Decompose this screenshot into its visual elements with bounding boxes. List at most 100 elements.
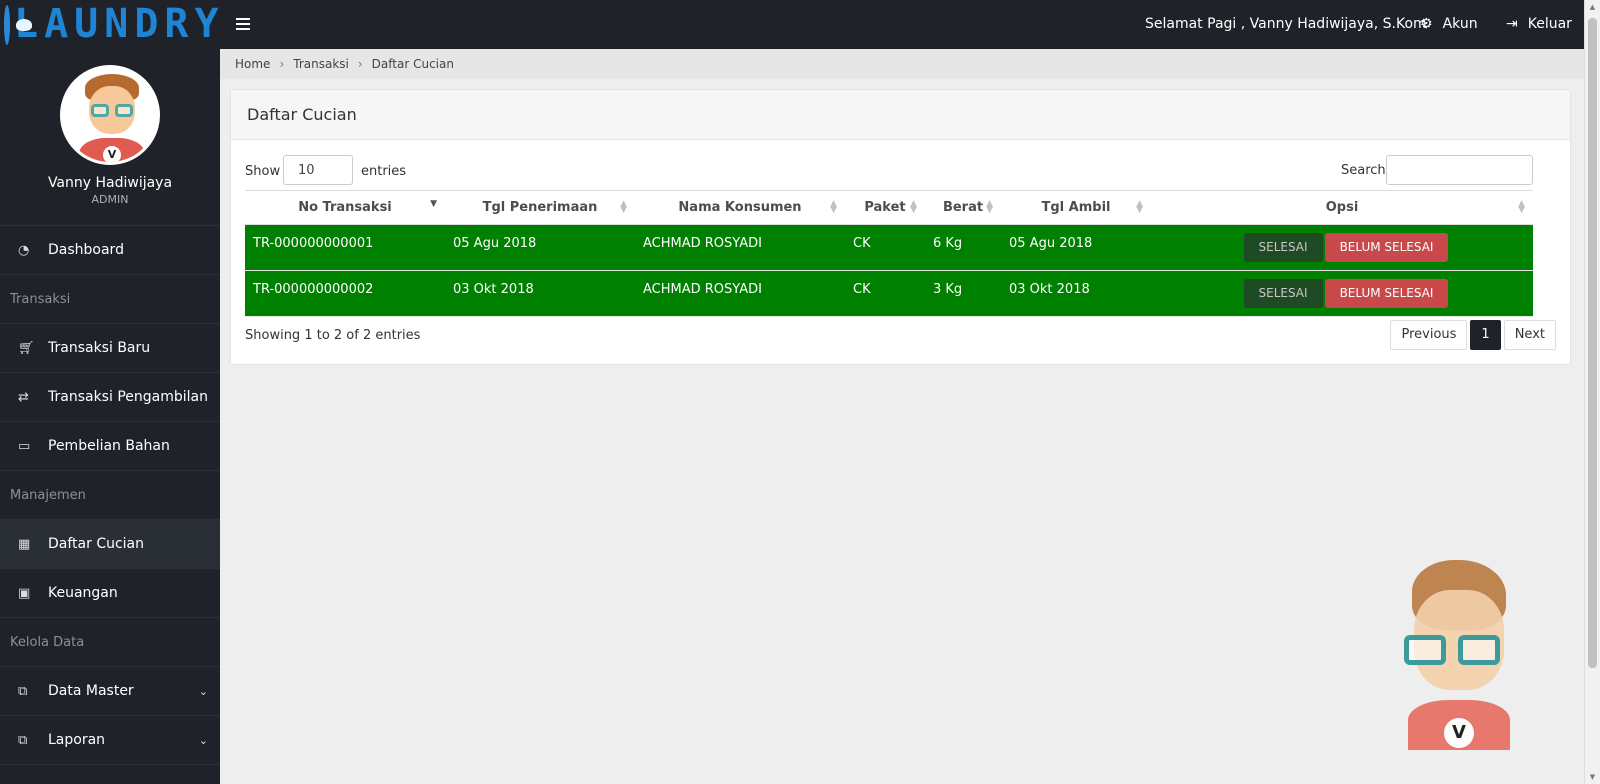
- akun-label: Akun: [1442, 16, 1478, 32]
- sidebar-item-laporan[interactable]: ⧉ Laporan ⌄: [0, 716, 220, 765]
- mascot-image: V: [1400, 560, 1520, 750]
- brand-name: LAUNDRY: [14, 1, 225, 47]
- sidebar-section-kelola-data: Kelola Data: [0, 618, 220, 667]
- cell-paket: CK: [845, 224, 925, 271]
- sidebar-item-keuangan[interactable]: ▣ Keuangan: [0, 569, 220, 618]
- sidebar-item-daftar-cucian[interactable]: ▦ Daftar Cucian: [0, 520, 220, 569]
- keluar-label: Keluar: [1527, 16, 1572, 32]
- col-opsi[interactable]: Opsi ▲ ▼: [1151, 190, 1533, 225]
- sidebar-item-label: Pembelian Bahan: [48, 438, 170, 454]
- sidebar-toggle-icon[interactable]: [236, 15, 256, 35]
- sidebar-item-pembelian-bahan[interactable]: ▭ Pembelian Bahan: [0, 422, 220, 471]
- cell-tgl-ambil: 05 Agu 2018: [1001, 224, 1151, 271]
- exchange-icon: ⇄: [18, 389, 29, 405]
- table-info: Showing 1 to 2 of 2 entries: [245, 328, 421, 343]
- previous-button[interactable]: Previous: [1390, 320, 1468, 350]
- mascot-letter: V: [1444, 718, 1474, 748]
- daftar-cucian-panel: Daftar Cucian Show entries Search: No Tr…: [230, 89, 1571, 365]
- selesai-button[interactable]: SELESAI: [1243, 233, 1323, 262]
- cell-tgl-ambil: 03 Okt 2018: [1001, 270, 1151, 317]
- brand[interactable]: LAUNDRY: [0, 0, 220, 49]
- sidebar-item-transaksi-baru[interactable]: 🛒︎ Transaksi Baru: [0, 324, 220, 373]
- gears-icon: ⚙: [1420, 16, 1433, 32]
- pagination: Previous 1 Next: [1390, 320, 1556, 350]
- breadcrumb-transaksi[interactable]: Transaksi: [293, 57, 349, 71]
- sort-icon: ▲ ▼: [830, 199, 837, 215]
- cell-no-transaksi: TR-000000000002: [245, 270, 445, 317]
- calendar-icon: ▦: [18, 536, 31, 552]
- sidebar-item-label: Transaksi Pengambilan: [48, 389, 208, 405]
- inbox-icon: ▭: [18, 438, 31, 454]
- col-nama-konsumen[interactable]: Nama Konsumen ▲ ▼: [635, 190, 845, 225]
- col-tgl-ambil[interactable]: Tgl Ambil ▲ ▼: [1001, 190, 1151, 225]
- show-label: Show: [245, 164, 281, 179]
- cell-tgl-penerimaan: 03 Okt 2018: [445, 270, 635, 317]
- money-icon: ▣: [18, 585, 31, 601]
- cell-nama-konsumen: ACHMAD ROSYADI: [635, 224, 845, 271]
- chevron-down-icon: ⌄: [198, 733, 208, 747]
- entries-label: entries: [361, 164, 407, 179]
- scroll-thumb[interactable]: [1588, 18, 1597, 668]
- sort-icon: ▲ ▼: [1518, 199, 1525, 215]
- dashboard-icon: ◔: [18, 242, 30, 258]
- cucian-table: No Transaksi ▼ Tgl Penerimaan ▲ ▼ Nama Kons…: [245, 190, 1533, 317]
- profile-name: Vanny Hadiwijaya: [47, 175, 173, 191]
- sidebar-item-dashboard[interactable]: ◔ Dashboard: [0, 226, 220, 275]
- breadcrumb-current: Daftar Cucian: [371, 57, 454, 71]
- main-content: Home › Transaksi › Daftar Cucian Daftar …: [220, 49, 1584, 784]
- cell-berat: 6 Kg: [925, 224, 1001, 271]
- akun-link[interactable]: ⚙ Akun: [1420, 0, 1478, 49]
- search-label: Search:: [1341, 163, 1391, 178]
- sidebar-section-manajemen: Manajemen: [0, 471, 220, 520]
- sidebar-item-label: Dashboard: [48, 242, 124, 258]
- sort-icon: ▲ ▼: [620, 199, 627, 215]
- cart-icon: 🛒︎: [18, 340, 35, 356]
- search-input[interactable]: [1386, 155, 1533, 185]
- col-berat[interactable]: Berat ▲ ▼: [925, 190, 1001, 225]
- breadcrumb-home[interactable]: Home: [235, 57, 270, 71]
- chevron-down-icon: ⌄: [198, 684, 208, 698]
- cell-berat: 3 Kg: [925, 270, 1001, 317]
- sidebar-item-label: Daftar Cucian: [48, 536, 145, 552]
- page-scrollbar[interactable]: ▲ ▼: [1584, 0, 1600, 784]
- chevron-right-icon: ›: [279, 57, 285, 71]
- cell-nama-konsumen: ACHMAD ROSYADI: [635, 270, 845, 317]
- entries-length-select[interactable]: [283, 155, 353, 185]
- cell-tgl-penerimaan: 05 Agu 2018: [445, 224, 635, 271]
- profile-role: ADMIN: [91, 193, 129, 206]
- profile-card: V Vanny Hadiwijaya ADMIN: [0, 49, 220, 226]
- page-button-1[interactable]: 1: [1470, 320, 1501, 350]
- laundry-logo-icon: [4, 4, 32, 45]
- belum-selesai-button[interactable]: BELUM SELESAI: [1324, 279, 1449, 308]
- scroll-down-icon[interactable]: ▼: [1588, 773, 1597, 781]
- table-row: TR-000000000002 03 Okt 2018 ACHMAD ROSYA…: [245, 270, 1533, 317]
- sidebar-item-data-master[interactable]: ⧉ Data Master ⌄: [0, 667, 220, 716]
- sort-icon: ▲ ▼: [910, 199, 917, 215]
- table-header-row: No Transaksi ▼ Tgl Penerimaan ▲ ▼ Nama Kons…: [245, 190, 1533, 225]
- col-no-transaksi[interactable]: No Transaksi ▼: [245, 190, 445, 225]
- sidebar: V Vanny Hadiwijaya ADMIN ◔ Dashboard Tra…: [0, 49, 220, 784]
- copy-icon: ⧉: [18, 732, 28, 748]
- sidebar-section-transaksi: Transaksi: [0, 275, 220, 324]
- sidebar-item-label: Laporan: [48, 732, 106, 748]
- keluar-link[interactable]: ⇥ Keluar: [1506, 0, 1572, 49]
- cell-no-transaksi: TR-000000000001: [245, 224, 445, 271]
- sidebar-item-label: Transaksi Baru: [48, 340, 151, 356]
- cell-paket: CK: [845, 270, 925, 317]
- scroll-up-icon[interactable]: ▲: [1588, 3, 1597, 11]
- table-row: TR-000000000001 05 Agu 2018 ACHMAD ROSYA…: [245, 224, 1533, 271]
- next-button[interactable]: Next: [1503, 320, 1556, 350]
- selesai-button[interactable]: SELESAI: [1243, 279, 1323, 308]
- sort-icon: ▲ ▼: [1136, 199, 1143, 215]
- chevron-right-icon: ›: [357, 57, 363, 71]
- belum-selesai-button[interactable]: BELUM SELESAI: [1324, 233, 1449, 262]
- cell-opsi: SELESAI BELUM SELESAI: [1151, 224, 1533, 271]
- cell-opsi: SELESAI BELUM SELESAI: [1151, 270, 1533, 317]
- copy-icon: ⧉: [18, 683, 28, 699]
- breadcrumb: Home › Transaksi › Daftar Cucian: [220, 49, 1584, 79]
- avatar-letter: V: [103, 146, 121, 162]
- col-tgl-penerimaan[interactable]: Tgl Penerimaan ▲ ▼: [445, 190, 635, 225]
- panel-title: Daftar Cucian: [231, 90, 1570, 140]
- col-paket[interactable]: Paket ▲ ▼: [845, 190, 925, 225]
- sidebar-item-transaksi-pengambilan[interactable]: ⇄ Transaksi Pengambilan: [0, 373, 220, 422]
